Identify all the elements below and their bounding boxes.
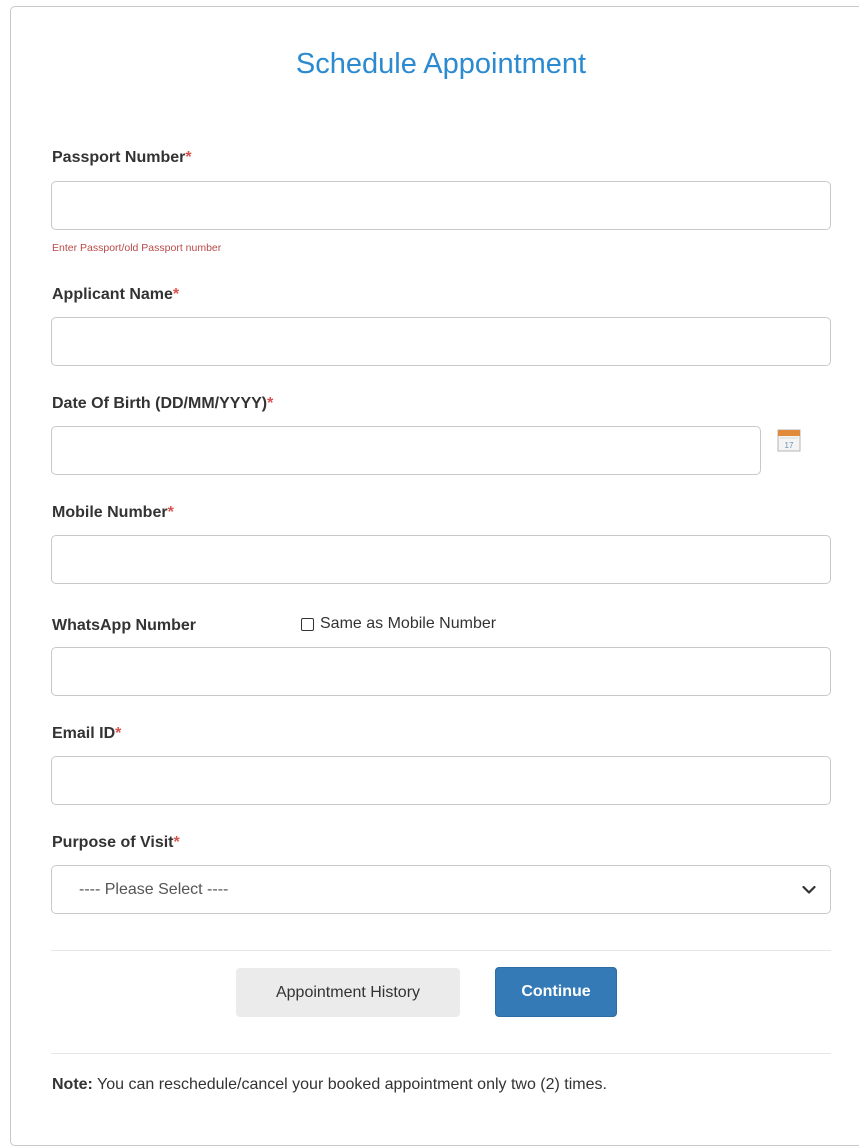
passport-number-input[interactable] [51, 181, 831, 230]
appointment-history-button[interactable]: Appointment History [236, 968, 460, 1017]
divider [51, 950, 831, 951]
purpose-label-text: Purpose of Visit [52, 834, 174, 851]
purpose-label: Purpose of Visit* [52, 834, 180, 852]
continue-button[interactable]: Continue [495, 967, 617, 1017]
whatsapp-number-label: WhatsApp Number [52, 617, 196, 634]
mobile-number-input[interactable] [51, 535, 831, 584]
applicant-name-label-text: Applicant Name [52, 286, 173, 303]
same-as-mobile-checkbox[interactable] [301, 617, 314, 631]
passport-label-text: Passport Number [52, 149, 186, 166]
purpose-of-visit-select[interactable]: ---- Please Select ---- [51, 865, 831, 914]
dob-input[interactable] [51, 426, 761, 475]
reschedule-note: Note: You can reschedule/cancel your boo… [52, 1076, 607, 1094]
divider [51, 1053, 831, 1054]
email-label-text: Email ID [52, 725, 116, 742]
calendar-day-text: 17 [785, 441, 794, 450]
chevron-down-icon [802, 885, 816, 894]
required-marker: * [267, 395, 274, 412]
note-prefix: Note: [52, 1076, 93, 1093]
required-marker: * [172, 286, 180, 303]
applicant-name-label: Applicant Name* [52, 286, 179, 304]
required-marker: * [185, 149, 192, 166]
calendar-icon[interactable]: 17 [776, 427, 802, 453]
purpose-selected-value: ---- Please Select ---- [79, 880, 229, 898]
email-label: Email ID* [52, 725, 121, 743]
same-as-mobile-option[interactable]: Same as Mobile Number [301, 615, 496, 633]
email-input[interactable] [51, 756, 831, 805]
passport-label: Passport Number* [52, 149, 192, 167]
mobile-number-label-text: Mobile Number [52, 504, 168, 521]
required-marker: * [167, 504, 174, 521]
whatsapp-number-input[interactable] [51, 647, 831, 696]
mobile-number-label: Mobile Number* [52, 504, 174, 522]
same-as-mobile-label: Same as Mobile Number [320, 615, 497, 632]
required-marker: * [115, 725, 122, 742]
passport-hint: Enter Passport/old Passport number [52, 242, 222, 254]
dob-label: Date Of Birth (DD/MM/YYYY)* [52, 395, 273, 413]
dob-label-text: Date Of Birth (DD/MM/YYYY) [52, 395, 268, 412]
applicant-name-input[interactable] [51, 317, 831, 366]
required-marker: * [173, 834, 180, 851]
note-text: You can reschedule/cancel your booked ap… [92, 1076, 607, 1093]
page-title: Schedule Appointment [295, 48, 587, 80]
